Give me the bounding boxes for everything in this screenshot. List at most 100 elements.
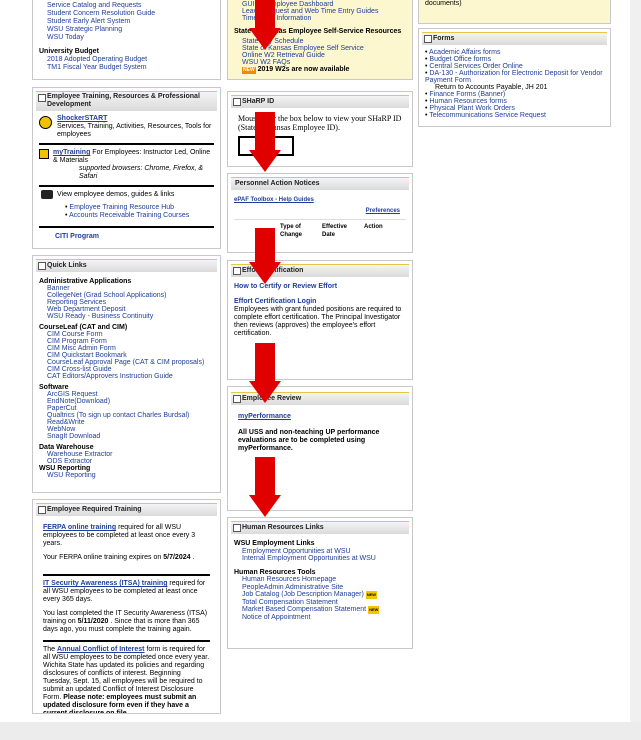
link-budget-office-forms[interactable]: Budget Office forms: [429, 56, 491, 63]
supported-browsers: supported browsers: Chrome, Firefox, & S…: [79, 165, 204, 180]
link-finance-forms[interactable]: Finance Forms (Banner): [429, 91, 505, 98]
panel-collapse-icon[interactable]: [38, 94, 46, 102]
ql-section-heading: Administrative Applications: [39, 278, 132, 285]
ql-link[interactable]: CIM Cross-list Guide: [47, 366, 112, 373]
ql-link[interactable]: ODS Extractor: [47, 458, 92, 465]
link-telecom-request[interactable]: Telecommunications Service Request: [429, 112, 546, 119]
video-demo-icon: [41, 190, 53, 199]
divider: [39, 143, 214, 145]
new-badge: NEW: [365, 591, 378, 599]
ql-link[interactable]: Read&Write: [47, 419, 85, 426]
link-market-comp[interactable]: Market Based Compensation Statement: [242, 606, 366, 613]
link-central-services[interactable]: Central Services Order Online: [429, 63, 522, 70]
training-panel: Employee Training, Resources & Professio…: [32, 87, 221, 249]
link-internal-opportunities[interactable]: Internal Employment Opportunities at WSU: [242, 555, 376, 562]
ql-link[interactable]: WSU Ready - Business Continuity: [47, 313, 153, 320]
right-top-panel: documents): [418, 0, 611, 24]
link-peopleadmin[interactable]: PeopleAdmin Administrative Site: [242, 584, 343, 591]
ql-link[interactable]: WebNow: [47, 426, 75, 433]
panel-collapse-icon[interactable]: [233, 395, 241, 403]
mytraining-link[interactable]: myTraining: [53, 149, 90, 156]
documents-text: documents): [425, 0, 462, 7]
link-total-comp[interactable]: Total Compensation Statement: [242, 599, 338, 606]
link-hr-forms[interactable]: Human Resources forms: [429, 98, 506, 105]
ql-link[interactable]: WSU Reporting: [47, 472, 96, 479]
shocker-start-link[interactable]: ShockerSTART: [57, 115, 107, 122]
link-hr-homepage[interactable]: Human Resources Homepage: [242, 576, 336, 583]
ql-link[interactable]: ArcGIS Request: [47, 391, 98, 398]
link-early-alert[interactable]: Student Early Alert System: [47, 18, 130, 25]
preferences-link[interactable]: Preferences: [366, 208, 400, 214]
link-training-hub[interactable]: Employee Training Resource Hub: [69, 204, 174, 211]
quick-links-title: Quick Links: [47, 262, 87, 269]
ql-link[interactable]: Reporting Services: [47, 299, 106, 306]
ql-link[interactable]: CourseLeaf Approval Page (CAT & CIM prop…: [47, 359, 204, 366]
link-timesheet[interactable]: Timesheet Information: [242, 15, 311, 22]
panel-collapse-icon[interactable]: [38, 506, 46, 514]
coi-text: form is required for all WSU employees t…: [43, 646, 210, 701]
ql-link[interactable]: PaperCut: [47, 405, 77, 412]
link-notice-appointment[interactable]: Notice of Appointment: [242, 614, 311, 621]
sharp-title: SHaRP ID: [242, 98, 275, 105]
link-w2-faqs[interactable]: WSU W2 FAQs: [242, 59, 290, 66]
panel-collapse-icon[interactable]: [38, 262, 46, 270]
ql-link[interactable]: CIM Course Form: [47, 331, 103, 338]
panel-collapse-icon[interactable]: [233, 98, 241, 106]
link-job-catalog[interactable]: Job Catalog (Job Description Manager): [242, 591, 364, 598]
panel-collapse-icon[interactable]: [233, 524, 241, 532]
ferpa-expires-date: 5/7/2024: [163, 554, 191, 561]
ql-link[interactable]: CAT Editors/Approvers Instruction Guide: [47, 373, 173, 380]
link-ar-training[interactable]: Accounts Receivable Training Courses: [69, 212, 189, 219]
how-to-certify-link[interactable]: How to Certify or Review Effort: [234, 283, 337, 290]
link-wsu-today[interactable]: WSU Today: [47, 34, 84, 41]
ql-link[interactable]: CIM Misc Admin Form: [47, 345, 116, 352]
myperformance-link[interactable]: myPerformance: [238, 413, 291, 420]
ferpa-expires-label: Your FERPA online training expires on: [43, 554, 164, 561]
itsa-training-link[interactable]: IT Security Awareness (ITSA) training: [43, 580, 167, 587]
divider: [39, 185, 214, 187]
quick-links-panel: Quick Links Administrative Applications …: [32, 255, 221, 493]
link-tm1-budget[interactable]: TM1 Fiscal Year Budget System: [47, 64, 147, 71]
personnel-title: Personnel Action Notices: [235, 180, 320, 187]
link-service-catalog[interactable]: Service Catalog and Requests: [47, 2, 142, 9]
effort-login-link[interactable]: Effort Certification Login: [234, 298, 316, 305]
link-work-orders[interactable]: Physical Plant Work Orders: [429, 105, 514, 112]
bottom-margin: [0, 722, 641, 740]
itsa-last-date: 5/11/2020: [77, 618, 109, 625]
ql-link[interactable]: Warehouse Extractor: [47, 451, 113, 458]
personnel-table: Type of Change Effective Date Action: [274, 222, 389, 240]
university-budget-heading: University Budget: [39, 48, 99, 55]
hr-tools-heading: Human Resources Tools: [234, 568, 316, 576]
left-top-links: Service Catalog and Requests Student Con…: [39, 2, 214, 42]
epaf-toolbox-link[interactable]: ePAF Toolbox - Help Guides: [234, 197, 314, 203]
coi-note: Please note: employees must submit an up…: [43, 694, 197, 714]
coi-prefix: The: [43, 646, 58, 653]
divider: [43, 574, 210, 576]
link-strategic-planning[interactable]: WSU Strategic Planning: [47, 26, 122, 33]
panel-collapse-icon[interactable]: [233, 267, 241, 275]
ql-link[interactable]: EndNote(Download): [47, 398, 110, 405]
ql-section-heading: WSU Reporting: [39, 465, 91, 472]
link-student-concern[interactable]: Student Concern Resolution Guide: [47, 10, 155, 17]
ql-link[interactable]: Qualtrics (To sign up contact Charles Bu…: [47, 412, 189, 419]
link-w2-retrieval[interactable]: Online W2 Retrieval Guide: [242, 52, 325, 59]
ferpa-training-link[interactable]: FERPA online training: [43, 524, 116, 531]
ql-link[interactable]: CIM Quickstart Bookmark: [47, 352, 127, 359]
citi-program-link[interactable]: CITI Program: [55, 233, 99, 240]
link-academic-affairs-forms[interactable]: Academic Affairs forms: [429, 49, 500, 56]
ql-link[interactable]: CIM Program Form: [47, 338, 107, 345]
ql-link[interactable]: CollegeNet (Grad School Applications): [47, 292, 166, 299]
ql-link[interactable]: Banner: [47, 285, 70, 292]
col-effective-date: Effective Date: [322, 224, 348, 238]
link-adopted-budget[interactable]: 2018 Adopted Operating Budget: [47, 56, 147, 63]
ql-link[interactable]: Web Department Deposit: [47, 306, 125, 313]
coi-link[interactable]: Annual Conflict of Interest: [57, 646, 145, 653]
ferpa-expires-suffix: .: [190, 554, 195, 561]
col-type-of-change: Type of Change: [280, 224, 303, 238]
ql-link[interactable]: SnagIt Download: [47, 433, 100, 440]
new-badge: NEW: [368, 606, 380, 614]
link-employment-opportunities[interactable]: Employment Opportunities at WSU: [242, 548, 351, 555]
link-da130-form[interactable]: DA-130 - Authorization for Electronic De…: [425, 70, 603, 84]
mytraining-icon: [39, 149, 49, 159]
panel-collapse-icon[interactable]: [424, 35, 432, 43]
